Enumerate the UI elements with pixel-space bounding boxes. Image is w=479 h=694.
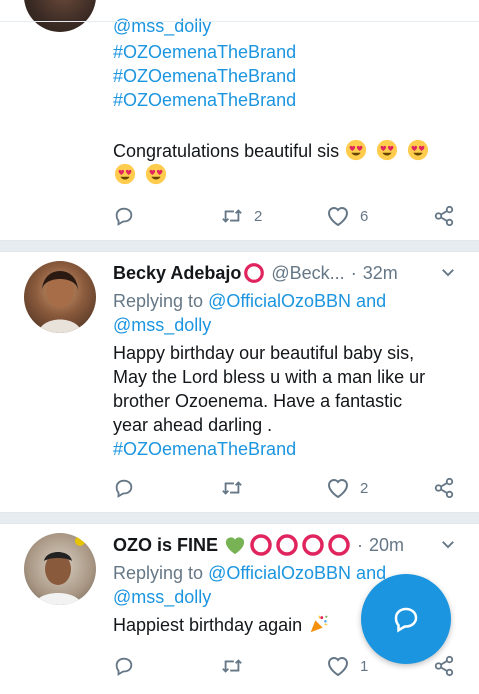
mention-link[interactable]: @mss_dolly xyxy=(113,585,211,609)
replying-to: Replying to @OfficialOzoBBN and xyxy=(113,561,386,585)
avatar[interactable] xyxy=(24,533,96,605)
mention-link[interactable]: @OfficialOzoBBN and xyxy=(208,291,386,311)
separator-dot: · xyxy=(357,534,364,555)
timestamp[interactable]: 32m xyxy=(363,263,398,284)
tweet-divider xyxy=(0,512,479,524)
replying-to-label: Replying to xyxy=(113,291,204,311)
tweet-text-line: May the Lord bless u with a man like ur xyxy=(113,367,426,387)
red-circle-icon xyxy=(302,534,324,556)
replying-to-label: Replying to xyxy=(113,563,204,583)
display-name[interactable]: OZO is FINE xyxy=(113,535,218,556)
hashtag-link[interactable]: #OZOemenaTheBrand xyxy=(113,437,296,461)
share-button[interactable] xyxy=(432,474,456,502)
tweet-divider xyxy=(0,240,479,252)
tweet-actions: 2 xyxy=(0,474,479,502)
red-circle-icon xyxy=(328,534,350,556)
mention-link[interactable]: @OfficialOzoBBN and xyxy=(208,563,386,583)
retweet-icon xyxy=(222,659,242,673)
divider-line xyxy=(0,21,479,22)
like-icon xyxy=(327,207,349,227)
tweet-text-line: year ahead darling . xyxy=(113,415,273,435)
share-icon xyxy=(434,205,454,227)
tweet-text-content: Happiest birthday again xyxy=(113,615,303,635)
separator-dot: · xyxy=(350,262,357,283)
tweet-text-line: Happy birthday our beautiful baby sis, xyxy=(113,343,415,363)
share-button[interactable] xyxy=(432,202,456,230)
like-count: 2 xyxy=(360,479,369,497)
reply-button[interactable] xyxy=(113,202,135,230)
retweet-button[interactable] xyxy=(220,474,244,502)
like-button[interactable]: 1 xyxy=(326,652,368,680)
avatar[interactable] xyxy=(24,0,96,32)
tweet-actions: 2 6 xyxy=(0,202,479,230)
replying-to: Replying to @OfficialOzoBBN and xyxy=(113,289,386,313)
avatar-image xyxy=(34,536,85,605)
heart-eyes-emoji xyxy=(344,139,432,161)
party-popper-emoji xyxy=(310,615,328,633)
like-count: 1 xyxy=(360,657,369,675)
display-name[interactable]: Becky Adebajo xyxy=(113,263,241,284)
tweet-text: Congratulations beautiful sis xyxy=(113,139,458,187)
tweet-text: Happiest birthday again xyxy=(113,613,333,637)
reply-button[interactable] xyxy=(113,474,135,502)
red-circle-icon xyxy=(276,534,298,556)
hashtag-link[interactable]: #OZOemenaTheBrand xyxy=(113,64,296,88)
chevron-down-icon[interactable] xyxy=(439,535,457,553)
red-circle-icon xyxy=(250,534,272,556)
reply-button[interactable] xyxy=(113,652,135,680)
reply-icon xyxy=(115,479,133,498)
retweet-count: 2 xyxy=(254,207,263,225)
retweet-icon xyxy=(222,209,242,223)
tweet-header: Becky Adebajo @Beck... · 32m xyxy=(113,260,459,286)
avatar-image xyxy=(38,271,82,333)
mention-link[interactable]: @mss_dolly xyxy=(113,14,211,38)
green-heart-icon xyxy=(225,537,245,555)
share-icon xyxy=(434,477,454,499)
red-circle-icon xyxy=(244,263,265,283)
like-icon xyxy=(327,479,349,499)
like-button[interactable]: 2 xyxy=(326,474,368,502)
share-icon xyxy=(434,655,454,677)
tweet-text-content: Congratulations beautiful sis xyxy=(113,141,340,161)
like-icon xyxy=(327,657,349,677)
compose-button[interactable] xyxy=(361,574,451,664)
reply-icon xyxy=(115,207,133,226)
hashtag-link[interactable]: #OZOemenaTheBrand xyxy=(113,40,296,64)
retweet-button[interactable] xyxy=(220,652,244,680)
like-button[interactable]: 6 xyxy=(326,202,368,230)
retweet-button[interactable]: 2 xyxy=(220,202,262,230)
like-count: 6 xyxy=(360,207,369,225)
handle[interactable]: @Beck... xyxy=(271,263,344,284)
chevron-down-icon[interactable] xyxy=(439,263,457,281)
tweet-text-line: brother Ozoenema. Have a fantastic xyxy=(113,391,403,411)
heart-eyes-emoji xyxy=(113,163,170,185)
compose-icon xyxy=(394,607,418,633)
hashtag-link[interactable]: #OZOemenaTheBrand xyxy=(113,88,296,112)
tweet-header: OZO is FINE · 20m xyxy=(113,532,459,558)
share-button[interactable] xyxy=(432,652,456,680)
timestamp[interactable]: 20m xyxy=(369,535,404,556)
reply-icon xyxy=(115,657,133,676)
mention-link[interactable]: @mss_dolly xyxy=(113,313,211,337)
avatar[interactable] xyxy=(24,261,96,333)
retweet-icon xyxy=(222,481,242,495)
